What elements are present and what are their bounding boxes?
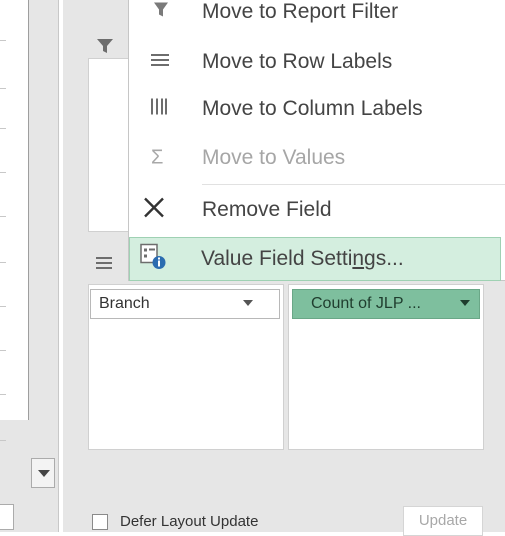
menu-item-move-to-row-labels[interactable]: Move to Row Labels xyxy=(129,38,505,86)
rows-field-pill[interactable]: Branch xyxy=(90,289,280,319)
rows-icon xyxy=(151,53,169,71)
menu-item-label: Remove Field xyxy=(202,198,332,221)
filter-area-icon xyxy=(96,38,114,57)
menu-item-label: Value Field Settings... xyxy=(201,247,404,270)
columns-icon xyxy=(151,98,167,120)
menu-item-value-field-settings[interactable]: Value Field Settings... xyxy=(129,237,501,281)
accelerator-key: n xyxy=(352,247,365,270)
values-field-pill[interactable]: Count of JLP ... xyxy=(292,289,480,319)
worksheet-strip xyxy=(0,0,59,532)
menu-item-move-to-values: Σ Move to Values xyxy=(129,134,505,182)
scroll-down-arrow[interactable] xyxy=(31,458,55,488)
chevron-down-icon[interactable] xyxy=(243,300,253,306)
field-context-menu: Move to Report Filter Move to Row Labels… xyxy=(128,0,505,281)
worksheet-cells[interactable] xyxy=(0,0,29,420)
close-icon xyxy=(143,197,165,224)
menu-item-move-to-report-filter[interactable]: Move to Report Filter xyxy=(129,0,505,36)
values-field-label: Count of JLP ... xyxy=(311,295,421,312)
chevron-down-icon[interactable] xyxy=(460,300,470,306)
menu-item-label: Move to Report Filter xyxy=(202,0,399,23)
menu-item-move-to-column-labels[interactable]: Move to Column Labels xyxy=(129,85,505,133)
menu-item-label: Move to Row Labels xyxy=(202,50,393,73)
defer-layout-label: Defer Layout Update xyxy=(120,513,259,530)
sheet-edge-field[interactable] xyxy=(0,504,14,530)
rows-area-icon xyxy=(96,254,112,272)
menu-item-label: Move to Column Labels xyxy=(202,97,423,120)
menu-item-label: Move to Values xyxy=(202,146,346,169)
funnel-icon xyxy=(153,2,169,23)
rows-field-label: Branch xyxy=(99,295,150,312)
sigma-icon: Σ xyxy=(151,146,164,169)
defer-layout-checkbox[interactable] xyxy=(92,514,108,530)
field-settings-icon xyxy=(140,243,166,275)
menu-item-remove-field[interactable]: Remove Field xyxy=(129,186,505,234)
menu-separator xyxy=(202,184,505,185)
